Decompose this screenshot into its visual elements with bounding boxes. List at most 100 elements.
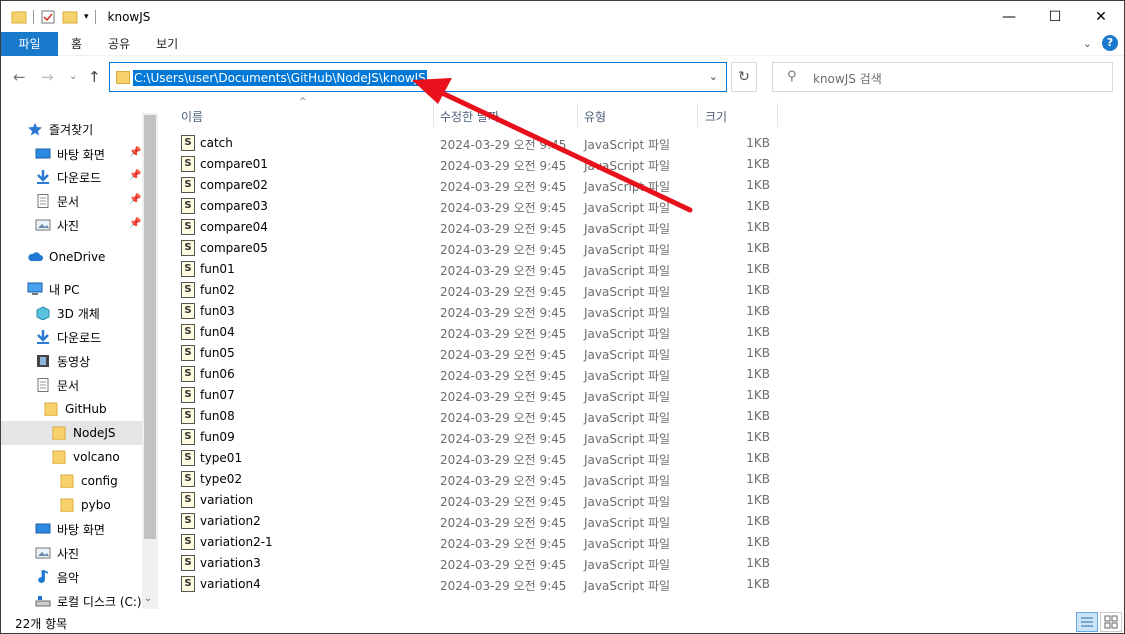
column-divider[interactable] (697, 103, 698, 127)
sidebar-item[interactable]: 즐겨찾기 (27, 117, 93, 141)
column-name-header[interactable]: 이름 (181, 107, 203, 131)
address-bar[interactable]: C:\Users\user\Documents\GitHub\NodeJS\kn… (109, 62, 727, 92)
javascript-file-icon: S (181, 177, 195, 193)
tab-share[interactable]: 공유 (95, 32, 143, 56)
file-name: variation3 (200, 556, 261, 570)
sidebar-item[interactable]: GitHub (43, 397, 107, 421)
folder-icon (59, 474, 75, 489)
search-box[interactable]: ⚲ knowJS 검색 (772, 62, 1113, 92)
sidebar-item[interactable]: 사진 (35, 541, 79, 565)
sidebar-item[interactable]: 음악 (35, 565, 79, 589)
sidebar-item[interactable]: 바탕 화면 (35, 517, 105, 541)
file-type: JavaScript 파일 (584, 537, 671, 551)
details-view-icon[interactable] (1076, 612, 1098, 632)
navigation-pane: 즐겨찾기 바탕 화면 📌 다운로드 📌 문서 📌 사진 📌 OneDrive 내 PC 3D 개체 다운… (1, 97, 158, 613)
file-row[interactable]: Scompare04 2024-03-29 오전 9:45 JavaScript 파… (171, 217, 871, 238)
sidebar-item[interactable]: NodeJS (1, 421, 142, 445)
sidebar-item[interactable]: volcano (51, 445, 120, 469)
file-row[interactable]: Sfun09 2024-03-29 오전 9:45 JavaScript 파일 1KB (171, 427, 871, 448)
sidebar-item[interactable]: 로컬 디스크 (C:) (35, 589, 142, 613)
expand-ribbon-icon[interactable]: ⌄ (1083, 37, 1092, 50)
tab-home[interactable]: 홈 (58, 32, 95, 56)
file-row[interactable]: Svariation3 2024-03-29 오전 9:45 JavaScript … (171, 553, 871, 574)
file-type: JavaScript 파일 (584, 558, 671, 572)
file-date: 2024-03-29 오전 9:45 (440, 390, 567, 404)
sidebar-item[interactable]: 3D 개체 (35, 301, 100, 325)
chevron-down-icon[interactable]: ⌄ (709, 70, 718, 83)
file-type: JavaScript 파일 (584, 180, 671, 194)
file-row[interactable]: Sfun01 2024-03-29 오전 9:45 JavaScript 파일 1KB (171, 259, 871, 280)
sidebar-item-label: 바탕 화면 (57, 522, 105, 537)
sidebar-item[interactable]: 문서 (35, 373, 79, 397)
file-row[interactable]: Stype01 2024-03-29 오전 9:45 JavaScript 파일 1K… (171, 448, 871, 469)
column-date-header[interactable]: 수정한 날짜 (440, 107, 499, 131)
file-row[interactable]: Svariation2 2024-03-29 오전 9:45 JavaScript … (171, 511, 871, 532)
sidebar-item-label: 음악 (57, 570, 80, 585)
column-divider[interactable] (777, 103, 778, 127)
file-type: JavaScript 파일 (584, 201, 671, 215)
file-row[interactable]: Sfun04 2024-03-29 오전 9:45 JavaScript 파일 1KB (171, 322, 871, 343)
sidebar-item[interactable]: 문서 (35, 189, 79, 213)
minimize-button[interactable]: — (986, 1, 1032, 32)
properties-icon[interactable] (40, 9, 56, 25)
file-date: 2024-03-29 오전 9:45 (440, 201, 567, 215)
file-row[interactable]: Scompare03 2024-03-29 오전 9:45 JavaScript 파… (171, 196, 871, 217)
file-row[interactable]: Sfun03 2024-03-29 오전 9:45 JavaScript 파일 1KB (171, 301, 871, 322)
file-row[interactable]: Sfun06 2024-03-29 오전 9:45 JavaScript 파일 1KB (171, 364, 871, 385)
sidebar-item[interactable]: OneDrive (27, 245, 105, 269)
sidebar-item-label: 동영상 (57, 354, 91, 369)
sidebar-item[interactable]: 동영상 (35, 349, 90, 373)
folder-icon (11, 11, 27, 23)
file-row[interactable]: Stype02 2024-03-29 오전 9:45 JavaScript 파일 1K… (171, 469, 871, 490)
up-arrow-icon[interactable]: ↑ (88, 68, 101, 86)
file-row[interactable]: Sfun02 2024-03-29 오전 9:45 JavaScript 파일 1KB (171, 280, 871, 301)
sidebar-item[interactable]: 다운로드 (35, 325, 101, 349)
file-name: fun04 (200, 325, 235, 339)
file-row[interactable]: Sfun08 2024-03-29 오전 9:45 JavaScript 파일 1KB (171, 406, 871, 427)
column-size-header[interactable]: 크기 (705, 107, 727, 131)
customize-toolbar-icon[interactable]: ▾ (84, 12, 89, 22)
maximize-button[interactable]: ☐ (1032, 1, 1078, 32)
sidebar-item-label: 로컬 디스크 (C:) (57, 594, 142, 609)
sidebar-item[interactable]: 사진 (35, 213, 79, 237)
sidebar-item[interactable]: pybo (59, 493, 111, 517)
sidebar-item[interactable]: 바탕 화면 (35, 142, 105, 166)
column-divider[interactable] (577, 103, 578, 127)
back-arrow-icon[interactable]: ← (13, 68, 26, 86)
tab-view[interactable]: 보기 (143, 32, 191, 56)
download-icon (35, 330, 51, 344)
sidebar-item[interactable]: 다운로드 (35, 165, 101, 189)
file-row[interactable]: Svariation4 2024-03-29 오전 9:45 JavaScript … (171, 574, 871, 595)
column-type-header[interactable]: 유형 (584, 107, 606, 131)
large-icons-view-icon[interactable] (1100, 612, 1122, 632)
help-icon[interactable]: ? (1102, 35, 1118, 51)
file-row[interactable]: Svariation 2024-03-29 오전 9:45 JavaScript 파… (171, 490, 871, 511)
sidebar-item[interactable]: 내 PC (27, 277, 79, 301)
sidebar-item-label: 다운로드 (57, 170, 102, 185)
file-row[interactable]: Scompare02 2024-03-29 오전 9:45 JavaScript 파… (171, 175, 871, 196)
new-folder-icon[interactable] (62, 9, 78, 25)
refresh-icon[interactable]: ↻ (731, 62, 757, 92)
scrollbar-thumb[interactable] (144, 115, 156, 539)
file-row[interactable]: Scompare01 2024-03-29 오전 9:45 JavaScript 파… (171, 154, 871, 175)
file-row[interactable]: Sfun05 2024-03-29 오전 9:45 JavaScript 파일 1KB (171, 343, 871, 364)
file-name: variation2-1 (200, 535, 273, 549)
column-divider[interactable] (433, 103, 434, 127)
javascript-file-icon: S (181, 198, 195, 214)
file-row[interactable]: Sfun07 2024-03-29 오전 9:45 JavaScript 파일 1KB (171, 385, 871, 406)
file-row[interactable]: Scompare05 2024-03-29 오전 9:45 JavaScript 파… (171, 238, 871, 259)
file-row[interactable]: Scatch 2024-03-29 오전 9:45 JavaScript 파일 1KB (171, 133, 871, 154)
forward-arrow-icon[interactable]: → (41, 68, 54, 86)
close-button[interactable]: ✕ (1078, 1, 1124, 32)
scroll-down-icon[interactable]: ⌄ (144, 593, 152, 604)
file-type: JavaScript 파일 (584, 222, 671, 236)
tab-file[interactable]: 파일 (1, 31, 58, 56)
window-title: knowJS (107, 9, 151, 24)
address-path[interactable]: C:\Users\user\Documents\GitHub\NodeJS\kn… (133, 70, 427, 86)
recent-locations-icon[interactable]: ⌄ (69, 71, 77, 82)
file-date: 2024-03-29 오전 9:45 (440, 411, 567, 425)
file-row[interactable]: Svariation2-1 2024-03-29 오전 9:45 JavaScrip… (171, 532, 871, 553)
file-name: variation (200, 493, 254, 507)
document-icon (35, 194, 51, 208)
sidebar-item[interactable]: config (59, 469, 118, 493)
